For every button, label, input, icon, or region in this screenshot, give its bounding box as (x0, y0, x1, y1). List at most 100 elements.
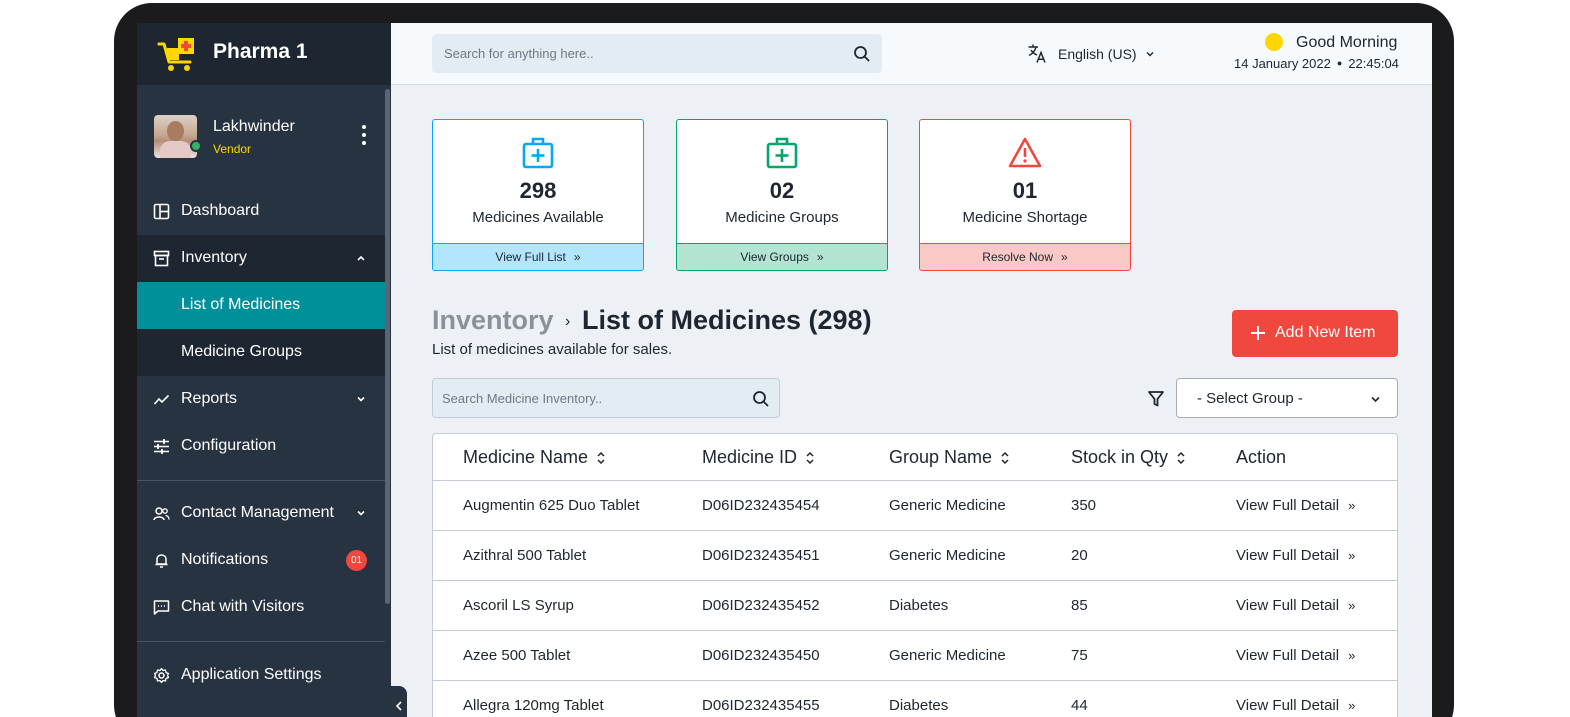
medical-kit-icon (522, 137, 554, 169)
medicine-groups-card: 02 Medicine Groups View Groups » (676, 119, 888, 271)
sidebar-item-label: Chat with Visitors (181, 598, 305, 615)
sidebar-divider (137, 480, 385, 481)
column-header-stock-in-qty[interactable]: Stock in Qty (1071, 447, 1186, 468)
user-profile: Lakhwinder Vendor (137, 85, 391, 185)
sidebar-item-inventory[interactable]: Inventory (137, 235, 385, 282)
date-time: 14 January 2022 ● 22:45:04 (1234, 56, 1399, 71)
chevron-down-icon (1146, 51, 1154, 57)
brand-bar: Pharma 1 (137, 23, 391, 85)
users-icon (153, 507, 170, 521)
search-icon[interactable] (853, 45, 871, 63)
view-full-detail-link[interactable]: View Full Detail » (1236, 697, 1355, 714)
chevron-down-icon (1371, 396, 1380, 403)
search-placeholder: Search for anything here.. (444, 46, 594, 61)
view-full-detail-link[interactable]: View Full Detail » (1236, 597, 1355, 614)
card-value: 298 (519, 178, 557, 203)
avatar[interactable] (154, 115, 197, 158)
double-chevron-right-icon: » (816, 250, 824, 264)
sidebar-item-label: Inventory (181, 249, 247, 266)
medicine-id-cell: D06ID232435451 (702, 547, 820, 564)
cart-plus-icon (157, 38, 194, 71)
column-label: Group Name (889, 447, 993, 467)
medicine-id-cell: D06ID232435452 (702, 597, 820, 614)
sidebar-item-application-settings[interactable]: Application Settings (137, 652, 385, 699)
group-name-cell: Diabetes (889, 697, 949, 714)
language-selector[interactable]: English (US) (1027, 43, 1155, 64)
bell-icon (155, 554, 168, 568)
chevron-up-icon (357, 255, 365, 261)
dashboard-icon (153, 203, 170, 220)
stock-qty-cell: 350 (1071, 497, 1097, 514)
column-header-medicine-name[interactable]: Medicine Name (463, 447, 606, 468)
chevron-down-icon (357, 396, 365, 402)
sun-icon (1265, 33, 1283, 51)
medicine-name-cell: Azee 500 Tablet (463, 647, 571, 664)
sidebar-item-dashboard[interactable]: Dashboard (137, 188, 385, 235)
sort-icon[interactable] (1176, 450, 1186, 466)
sidebar-item-contact-management[interactable]: Contact Management (137, 490, 385, 537)
column-label: Medicine ID (702, 447, 798, 467)
plus-icon (1251, 326, 1265, 340)
sidebar-item-label: Configuration (181, 437, 277, 454)
language-label: English (US) (1058, 45, 1137, 62)
table-row: Ascoril LS Syrup D06ID232435452 Diabetes… (433, 581, 1397, 631)
medicine-name-cell: Ascoril LS Syrup (463, 597, 574, 614)
card-caption: Medicines Available (472, 209, 604, 226)
action-label: View Full Detail (1236, 597, 1340, 614)
group-name-cell: Diabetes (889, 597, 949, 614)
gear-icon (153, 667, 170, 684)
double-chevron-right-icon: » (1061, 250, 1068, 264)
view-full-detail-link[interactable]: View Full Detail » (1236, 497, 1355, 514)
page-title: List of Medicines (298) (582, 305, 872, 335)
table-row: Allegra 120mg Tablet D06ID232435455 Diab… (433, 681, 1397, 717)
chevron-down-icon (357, 510, 365, 516)
sidebar-divider (137, 641, 385, 642)
sidebar-item-notifications[interactable]: Notifications 01 (137, 537, 385, 584)
column-header-medicine-id[interactable]: Medicine ID (702, 447, 815, 468)
current-time: 22:45:04 (1348, 56, 1399, 71)
medicine-name-cell: Augmentin 625 Duo Tablet (463, 497, 640, 514)
stock-qty-cell: 44 (1071, 697, 1088, 714)
action-label: View Full Detail (1236, 697, 1340, 714)
warning-icon (1008, 137, 1042, 168)
sort-icon[interactable] (1000, 450, 1010, 466)
card-action-label: View Groups (740, 250, 809, 264)
group-select[interactable]: - Select Group - (1176, 378, 1398, 418)
action-label: View Full Detail (1236, 497, 1340, 514)
sidebar-scrollbar[interactable] (385, 89, 390, 604)
sidebar-item-chat-with-visitors[interactable]: Chat with Visitors (137, 584, 385, 631)
breadcrumb-separator-icon: › (565, 313, 571, 330)
user-role: Vendor (213, 142, 252, 156)
medicine-id-cell: D06ID232435450 (702, 647, 820, 664)
sidebar-item-configuration[interactable]: Configuration (137, 423, 385, 470)
breadcrumb-inventory[interactable]: Inventory (432, 305, 554, 336)
column-header-group-name[interactable]: Group Name (889, 447, 1010, 468)
sidebar-item-reports[interactable]: Reports (137, 376, 385, 423)
view-full-list-link[interactable]: View Full List » (433, 243, 643, 270)
medicine-id-cell: D06ID232435455 (702, 697, 820, 714)
chart-line-icon (153, 394, 170, 405)
sort-icon[interactable] (805, 450, 815, 466)
group-select-value: - Select Group - (1197, 390, 1303, 407)
user-name: Lakhwinder (213, 118, 295, 135)
view-full-detail-link[interactable]: View Full Detail » (1236, 547, 1355, 564)
add-new-item-button[interactable]: Add New Item (1232, 310, 1398, 357)
search-medicine-input[interactable]: Search Medicine Inventory.. (432, 378, 780, 418)
medicine-id-cell: D06ID232435454 (702, 497, 820, 514)
sidebar-item-list-of-medicines[interactable]: List of Medicines (137, 282, 385, 329)
notification-count-badge: 01 (346, 550, 367, 571)
search-icon[interactable] (752, 390, 770, 408)
sidebar-item-medicine-groups[interactable]: Medicine Groups (137, 329, 385, 376)
double-chevron-right-icon: » (1348, 498, 1356, 513)
resolve-now-link[interactable]: Resolve Now » (920, 243, 1130, 270)
double-chevron-right-icon: » (1348, 548, 1356, 563)
medicines-available-card: 298 Medicines Available View Full List » (432, 119, 644, 271)
more-options-icon[interactable] (356, 125, 372, 149)
view-full-detail-link[interactable]: View Full Detail » (1236, 647, 1355, 664)
view-groups-link[interactable]: View Groups » (677, 243, 887, 270)
filter-icon[interactable] (1147, 390, 1165, 408)
sort-icon[interactable] (596, 450, 606, 466)
double-chevron-right-icon: » (573, 250, 581, 264)
sidebar-collapse-button[interactable] (391, 686, 407, 717)
global-search-input[interactable]: Search for anything here.. (432, 34, 882, 73)
